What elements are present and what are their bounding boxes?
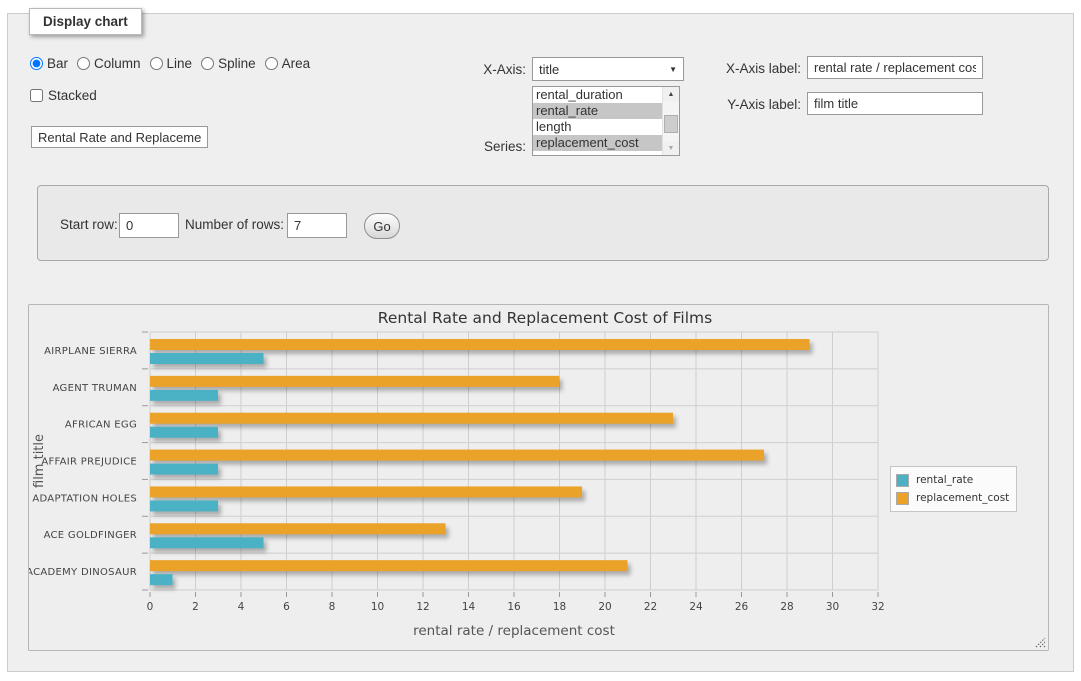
chart-type-option-area[interactable]: Area — [265, 56, 311, 71]
legend-label: rental_rate — [916, 474, 973, 486]
chart-y-axis-label: film title — [32, 434, 47, 488]
chart-bar-replacement_cost — [150, 376, 559, 387]
x-tick-label: 20 — [598, 601, 611, 613]
num-rows-input[interactable] — [287, 213, 347, 238]
x-tick-label: 28 — [780, 601, 793, 613]
go-button[interactable]: Go — [364, 213, 400, 239]
chart-type-radio-spline[interactable] — [201, 57, 214, 70]
chart-legend: rental_rate replacement_cost — [890, 466, 1017, 512]
chart-category-label: ACADEMY DINOSAUR — [29, 567, 137, 578]
x-axis-select-value: title — [539, 62, 559, 77]
chart-bar-rental_rate — [150, 390, 218, 401]
num-rows-label: Number of rows: — [185, 217, 284, 232]
listbox-option-length[interactable]: length — [533, 119, 662, 135]
legend-swatch-replacement_cost — [896, 492, 909, 505]
chart-category-label: AFRICAN EGG — [65, 420, 137, 431]
chart-bar-replacement_cost — [150, 486, 582, 497]
chart-bar-replacement_cost — [150, 523, 446, 534]
x-tick-label: 10 — [371, 601, 384, 613]
legend-label: replacement_cost — [916, 492, 1009, 504]
display-chart-fieldset: Display chart BarColumnLineSplineArea St… — [7, 13, 1074, 672]
chart-type-radio-group: Bar Column Line Spline Area — [30, 56, 319, 71]
chart-type-radio-area[interactable] — [265, 57, 278, 70]
chart-category-label: AGENT TRUMAN — [53, 383, 137, 394]
x-tick-label: 22 — [644, 601, 657, 613]
chart-type-option-column[interactable]: Column — [77, 56, 141, 71]
x-tick-label: 0 — [147, 601, 154, 613]
x-axis-label-input[interactable] — [807, 56, 983, 79]
chart-type-radio-line[interactable] — [150, 57, 163, 70]
chart-bar-replacement_cost — [150, 450, 764, 461]
chart-type-radio-bar[interactable] — [30, 57, 43, 70]
x-axis-field-label: X-Axis: — [386, 62, 526, 77]
resize-grip-icon[interactable] — [1032, 634, 1046, 648]
chart-bar-rental_rate — [150, 537, 264, 548]
chart-category-label: AFFAIR PREJUDICE — [41, 457, 137, 468]
y-axis-label-input[interactable] — [807, 92, 983, 115]
chart-type-label: Line — [167, 56, 193, 71]
x-tick-label: 30 — [826, 601, 839, 613]
x-tick-label: 16 — [507, 601, 521, 613]
row-controls-panel: Start row: Number of rows: Go — [37, 185, 1049, 261]
x-tick-label: 4 — [238, 601, 245, 613]
chart-type-label: Bar — [47, 56, 68, 71]
listbox-option-replacement_cost[interactable]: replacement_cost — [533, 135, 662, 151]
stacked-option[interactable]: Stacked — [30, 88, 97, 103]
chart-bar-replacement_cost — [150, 339, 810, 350]
chart-category-label: ADAPTATION HOLES — [32, 493, 137, 504]
series-listbox[interactable]: rental_durationrental_ratelengthreplacem… — [532, 86, 680, 156]
x-tick-label: 2 — [192, 601, 199, 613]
chart-type-label: Area — [282, 56, 311, 71]
chart-type-option-spline[interactable]: Spline — [201, 56, 256, 71]
stacked-label: Stacked — [48, 88, 97, 103]
scroll-down-icon[interactable]: ▼ — [663, 141, 679, 155]
x-tick-label: 8 — [329, 601, 336, 613]
chart-bar-replacement_cost — [150, 413, 673, 424]
y-axis-label-field-label: Y-Axis label: — [661, 97, 801, 112]
chart-bar-rental_rate — [150, 353, 264, 364]
fieldset-legend: Display chart — [29, 8, 142, 35]
x-tick-label: 24 — [689, 601, 703, 613]
chart-bar-rental_rate — [150, 574, 173, 585]
x-tick-label: 14 — [462, 601, 476, 613]
chart-panel: 02468101214161820222426283032AIRPLANE SI… — [28, 304, 1049, 651]
legend-item-rental_rate: rental_rate — [896, 471, 1009, 489]
scrollbar-thumb[interactable] — [664, 115, 678, 133]
start-row-label: Start row: — [60, 217, 118, 232]
listbox-option-rental_rate[interactable]: rental_rate — [533, 103, 662, 119]
x-axis-label-field-label: X-Axis label: — [661, 61, 801, 76]
x-tick-label: 12 — [416, 601, 429, 613]
x-tick-label: 18 — [553, 601, 566, 613]
legend-item-replacement_cost: replacement_cost — [896, 489, 1009, 507]
start-row-input[interactable] — [119, 213, 179, 238]
stacked-checkbox[interactable] — [30, 89, 43, 102]
chart-bar-replacement_cost — [150, 560, 628, 571]
chart-x-axis-label: rental rate / replacement cost — [413, 623, 615, 639]
chart-bar-rental_rate — [150, 464, 218, 475]
chart-category-label: AIRPLANE SIERRA — [44, 346, 137, 357]
x-tick-label: 26 — [735, 601, 749, 613]
chart-type-label: Spline — [218, 56, 256, 71]
chart-type-option-bar[interactable]: Bar — [30, 56, 68, 71]
x-tick-label: 32 — [871, 601, 884, 613]
chart-bar-rental_rate — [150, 427, 218, 438]
chart-bar-rental_rate — [150, 500, 218, 511]
chart-title-input[interactable] — [31, 126, 208, 148]
chart-category-label: ACE GOLDFINGER — [44, 530, 137, 541]
chart-type-option-line[interactable]: Line — [150, 56, 193, 71]
legend-swatch-rental_rate — [896, 474, 909, 487]
series-field-label: Series: — [386, 139, 526, 154]
chart-title: Rental Rate and Replacement Cost of Film… — [378, 309, 712, 327]
x-tick-label: 6 — [283, 601, 290, 613]
chart-type-radio-column[interactable] — [77, 57, 90, 70]
page: Display chart Bar Column Line Spline Area St… — [0, 0, 1081, 681]
chart-type-label: Column — [94, 56, 141, 71]
listbox-option-rental_duration[interactable]: rental_duration — [533, 87, 662, 103]
series-options: rental_durationrental_ratelengthreplacem… — [533, 87, 662, 155]
